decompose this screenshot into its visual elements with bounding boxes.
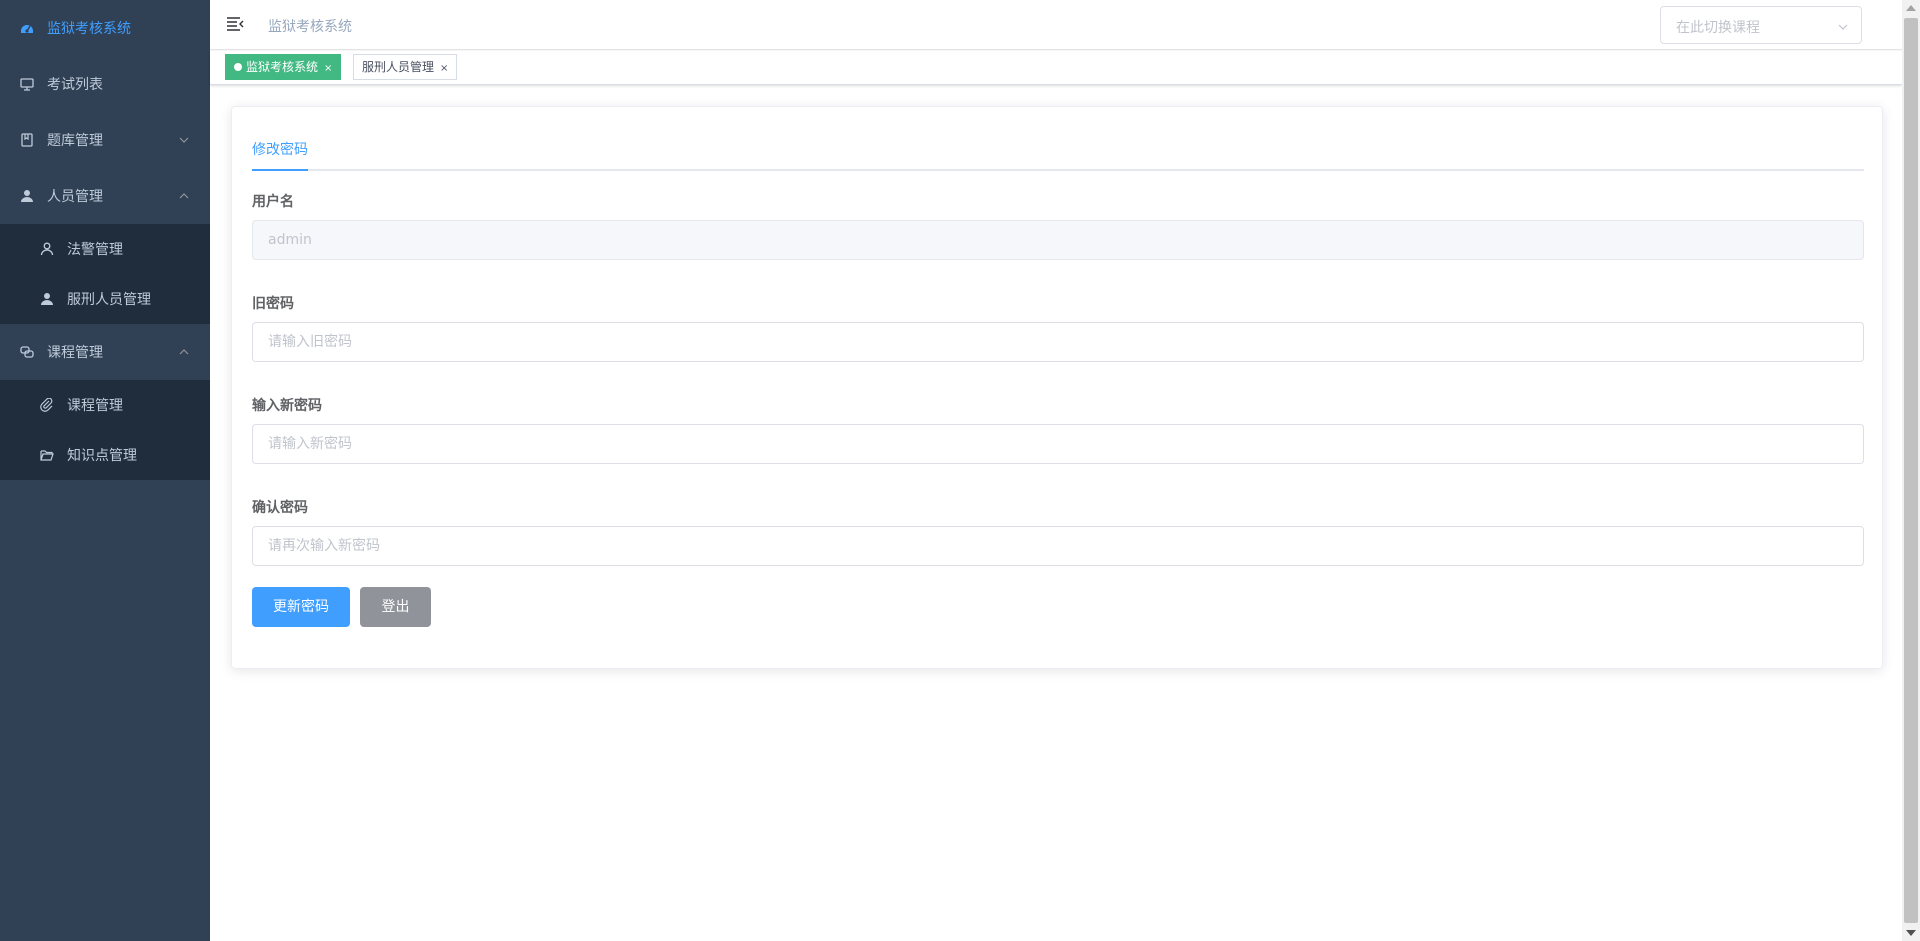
course-select[interactable]: 在此切换课程: [1660, 6, 1862, 44]
user-outline-icon: [40, 242, 54, 256]
scrollbar[interactable]: [1902, 0, 1920, 941]
sidebar-item-course-group[interactable]: 课程管理: [0, 324, 210, 380]
scroll-down-arrow-icon[interactable]: [1906, 930, 1916, 936]
new-password-field[interactable]: [252, 424, 1864, 464]
chevron-down-icon: [1838, 24, 1848, 30]
chevron-up-icon: [179, 349, 189, 355]
sidebar-item-label: 知识点管理: [67, 448, 137, 464]
sidebar-item-label: 课程管理: [67, 398, 123, 414]
breadcrumb[interactable]: 监狱考核系统: [268, 16, 352, 36]
hamburger-icon[interactable]: [226, 16, 244, 32]
password-card: 修改密码 用户名 旧密码 输入新密码 确认密码 更新密码 登出: [231, 106, 1883, 669]
sidebar-item-label: 服刑人员管理: [67, 292, 151, 308]
tag-inmates[interactable]: 服刑人员管理 ×: [353, 54, 458, 80]
user-filled-icon: [40, 292, 54, 306]
old-password-label: 旧密码: [252, 296, 294, 312]
sidebar-item-label: 监狱考核系统: [47, 21, 131, 37]
new-password-label: 输入新密码: [252, 398, 322, 414]
confirm-password-field[interactable]: [252, 526, 1864, 566]
scrollbar-thumb[interactable]: [1904, 18, 1918, 923]
update-password-button[interactable]: 更新密码: [252, 587, 350, 627]
close-icon[interactable]: ×: [324, 63, 332, 74]
sidebar-item-inmates[interactable]: 服刑人员管理: [0, 274, 210, 324]
dashboard-icon: [20, 21, 34, 35]
chevron-down-icon: [179, 137, 189, 143]
tabs: 修改密码: [252, 129, 1864, 171]
close-icon[interactable]: ×: [440, 63, 448, 74]
tab-change-password[interactable]: 修改密码: [252, 129, 308, 171]
submenu-personnel: 法警管理 服刑人员管理: [0, 224, 210, 324]
sidebar-item-course[interactable]: 课程管理: [0, 380, 210, 430]
sidebar-item-label: 考试列表: [47, 77, 103, 93]
sidebar-item-label: 题库管理: [47, 133, 103, 149]
book-icon: [20, 133, 34, 147]
sidebar-item-label: 课程管理: [47, 345, 103, 361]
folder-open-icon: [40, 448, 54, 462]
scroll-up-arrow-icon[interactable]: [1906, 5, 1916, 11]
sidebar-item-personnel[interactable]: 人员管理: [0, 168, 210, 224]
sidebar-item-exam-list[interactable]: 考试列表: [0, 56, 210, 112]
logout-button[interactable]: 登出: [360, 587, 431, 627]
paperclip-icon: [40, 398, 54, 412]
tag-dashboard[interactable]: 监狱考核系统 ×: [225, 54, 342, 80]
username-label: 用户名: [252, 194, 294, 210]
monitor-icon: [20, 77, 34, 91]
chevron-up-icon: [179, 193, 189, 199]
sidebar-item-label: 法警管理: [67, 242, 123, 258]
sidebar-item-bailiff[interactable]: 法警管理: [0, 224, 210, 274]
chat-bubbles-icon: [20, 345, 34, 359]
sidebar: 监狱考核系统 考试列表 题库管理 人员管理 法警管理 服刑人员管理 课程管理 课…: [0, 0, 210, 941]
course-select-placeholder: 在此切换课程: [1676, 20, 1760, 36]
confirm-password-label: 确认密码: [252, 500, 308, 516]
user-filled-icon: [20, 189, 34, 203]
username-field: [252, 220, 1864, 260]
submenu-course: 课程管理 知识点管理: [0, 380, 210, 480]
tag-label: 服刑人员管理: [362, 60, 435, 74]
sidebar-item-question-bank[interactable]: 题库管理: [0, 112, 210, 168]
sidebar-item-dashboard[interactable]: 监狱考核系统: [0, 0, 210, 56]
active-dot-icon: [234, 62, 242, 71]
tag-label: 监狱考核系统: [246, 60, 319, 74]
old-password-field[interactable]: [252, 322, 1864, 362]
navbar: 监狱考核系统 在此切换课程: [210, 0, 1902, 50]
sidebar-item-knowledge-points[interactable]: 知识点管理: [0, 430, 210, 480]
tags-view: 监狱考核系统 × 服刑人员管理 ×: [210, 51, 1902, 85]
sidebar-item-label: 人员管理: [47, 189, 103, 205]
